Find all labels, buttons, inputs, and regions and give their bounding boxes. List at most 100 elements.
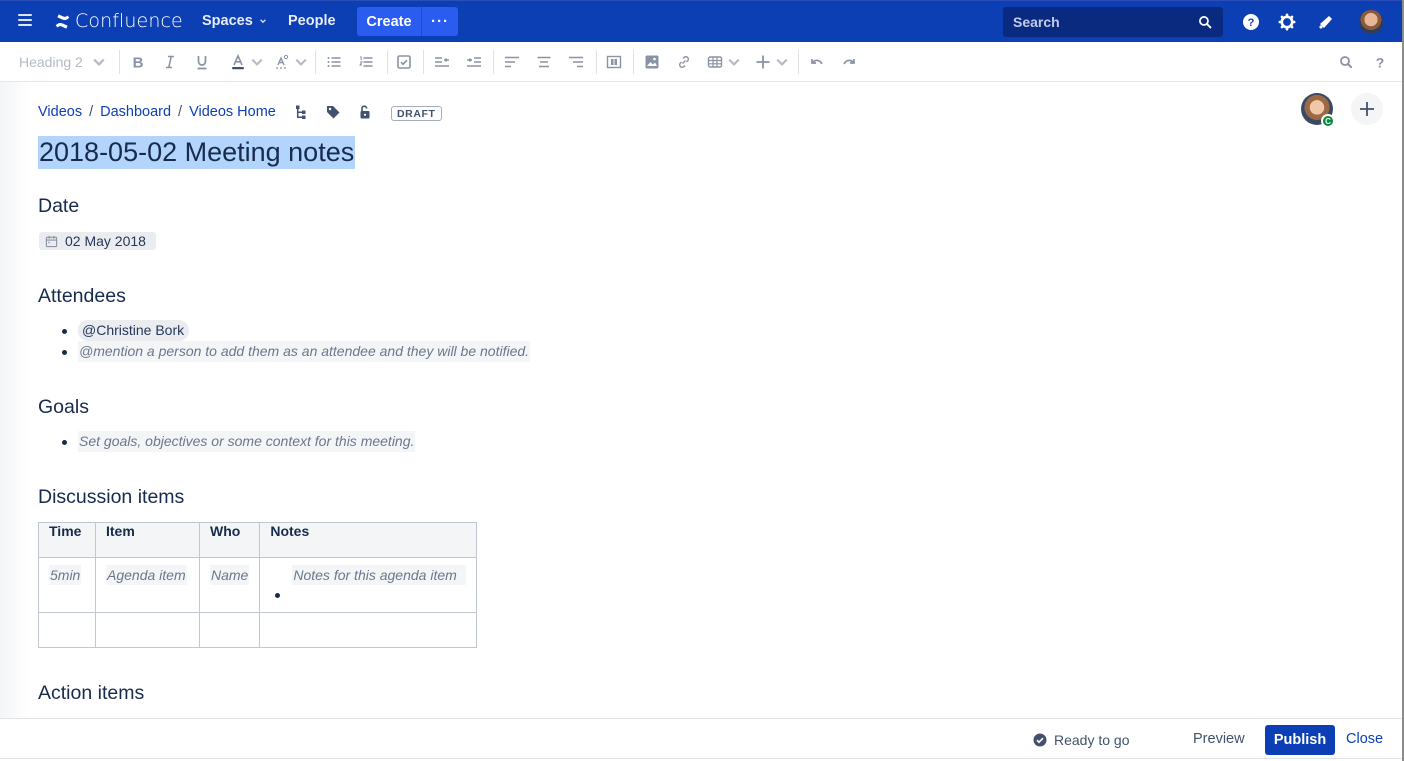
page-layout-button[interactable] — [606, 52, 622, 72]
redo-button[interactable] — [841, 52, 857, 72]
column-header-item[interactable]: Item — [95, 522, 200, 558]
numbered-list-button[interactable] — [358, 52, 374, 72]
indent-button[interactable] — [466, 52, 482, 72]
table-row: 5min Agenda item Name Notes for this age… — [38, 557, 478, 613]
people-link[interactable]: People — [288, 13, 336, 29]
insert-image-button[interactable] — [644, 52, 660, 72]
chevron-down-icon — [251, 58, 263, 66]
confluence-logo[interactable]: Confluence — [54, 10, 183, 32]
create-button[interactable]: Create — [357, 7, 422, 36]
align-center-button[interactable] — [536, 52, 552, 72]
list-item: @Christine Bork — [62, 320, 530, 341]
breadcrumb-item[interactable]: Videos Home — [189, 104, 276, 120]
text-color-dropdown[interactable] — [230, 52, 265, 72]
undo-icon — [811, 59, 823, 65]
help-shortcuts-button[interactable]: ? — [1372, 52, 1388, 72]
table-header-row: Time Item Who Notes — [38, 522, 478, 558]
insert-more-dropdown[interactable] — [755, 52, 790, 72]
column-header-who[interactable]: Who — [198, 522, 261, 558]
text-color-icon — [232, 54, 244, 70]
breadcrumb: Videos / Dashboard / Videos Home — [38, 104, 276, 120]
top-navigation-bar: Confluence Spaces People Create ··· Sear… — [0, 0, 1404, 42]
chevron-down-icon — [728, 58, 740, 66]
list-item: Set goals, objectives or some context fo… — [62, 431, 416, 452]
item-placeholder: Agenda item — [106, 565, 187, 585]
time-placeholder: 5min — [49, 565, 82, 585]
chevron-down-icon — [295, 58, 307, 66]
hamburger-menu-icon[interactable] — [18, 14, 32, 26]
page-title[interactable]: 2018-05-02 Meeting notes — [38, 136, 356, 169]
svg-text:?: ? — [1248, 17, 1255, 29]
svg-text:B: B — [133, 55, 144, 71]
task-list-button[interactable] — [396, 52, 412, 72]
text-effects-dropdown[interactable] — [274, 52, 309, 72]
help-icon[interactable]: ? — [1242, 13, 1260, 31]
column-header-notes[interactable]: Notes — [259, 522, 478, 558]
align-right-icon — [569, 56, 583, 68]
section-heading-action-items: Action items — [38, 682, 145, 704]
people-label: People — [288, 13, 336, 29]
draft-status-badge: DRAFT — [391, 106, 442, 121]
find-replace-button[interactable] — [1338, 52, 1354, 72]
underline-button[interactable] — [194, 52, 210, 72]
bullet-list-button[interactable] — [326, 52, 342, 72]
plus-icon — [756, 55, 770, 69]
insert-table-dropdown[interactable] — [707, 52, 742, 72]
text-style-value: Heading 2 — [19, 54, 83, 70]
text-effects-icon — [276, 54, 289, 69]
publish-button[interactable]: Publish — [1265, 725, 1335, 755]
section-heading-date: Date — [38, 195, 80, 217]
outdent-button[interactable] — [434, 52, 450, 72]
search-input[interactable]: Search — [1003, 7, 1223, 37]
goals-placeholder[interactable]: Set goals, objectives or some context fo… — [78, 431, 416, 452]
page-tree-icon[interactable] — [293, 104, 309, 120]
align-right-button[interactable] — [568, 52, 584, 72]
table-cell[interactable]: Name — [198, 557, 261, 613]
label-tag-icon[interactable] — [325, 104, 341, 120]
question-mark-icon: ? — [1376, 55, 1385, 71]
unlocked-padlock-icon[interactable] — [357, 104, 373, 120]
breadcrumb-separator: / — [89, 104, 94, 120]
table-cell[interactable] — [259, 612, 478, 648]
create-more-button[interactable]: ··· — [422, 7, 458, 36]
section-heading-attendees: Attendees — [38, 285, 126, 307]
table-cell[interactable]: 5min — [38, 557, 96, 613]
italic-button[interactable] — [162, 52, 178, 72]
confluence-logo-icon — [55, 13, 70, 29]
breadcrumb-item[interactable]: Dashboard — [100, 104, 171, 120]
undo-button[interactable] — [809, 52, 825, 72]
bold-button[interactable]: B — [130, 52, 146, 72]
table-cell[interactable] — [95, 612, 200, 648]
spaces-menu[interactable]: Spaces — [202, 13, 267, 29]
table-cell[interactable]: Notes for this agenda item — [259, 557, 478, 613]
attendees-placeholder[interactable]: @mention a person to add them as an atte… — [78, 341, 531, 362]
breadcrumb-separator: / — [178, 104, 183, 120]
check-circle-icon — [1033, 733, 1047, 747]
gear-icon[interactable] — [1278, 13, 1296, 31]
invite-collaborator-button[interactable] — [1351, 93, 1383, 125]
toolbar-divider — [423, 50, 424, 74]
preview-button[interactable]: Preview — [1193, 731, 1245, 747]
user-avatar[interactable] — [1359, 10, 1383, 34]
table-cell[interactable] — [198, 612, 261, 648]
align-left-button[interactable] — [504, 52, 520, 72]
list-item: @mention a person to add them as an atte… — [62, 341, 531, 362]
search-icon — [1340, 56, 1353, 69]
close-button[interactable]: Close — [1346, 731, 1383, 747]
toolbar-divider — [798, 50, 799, 74]
goals-list: Set goals, objectives or some context fo… — [62, 431, 416, 452]
notifications-megaphone-icon[interactable] — [1317, 13, 1335, 31]
user-mention[interactable]: @Christine Bork — [78, 320, 190, 341]
toolbar-divider — [119, 50, 120, 74]
plus-icon — [1360, 102, 1374, 116]
table-cell[interactable]: Agenda item — [95, 557, 200, 613]
date-lozenge[interactable]: 02 May 2018 — [39, 232, 156, 250]
table-cell[interactable] — [38, 612, 96, 648]
breadcrumb-item[interactable]: Videos — [38, 104, 82, 120]
chevron-down-icon — [259, 19, 266, 24]
page-left-gutter — [0, 82, 30, 718]
insert-link-button[interactable] — [676, 52, 692, 72]
column-header-time[interactable]: Time — [38, 522, 96, 558]
text-style-dropdown[interactable]: Heading 2 — [19, 52, 107, 72]
toolbar-divider — [493, 50, 494, 74]
